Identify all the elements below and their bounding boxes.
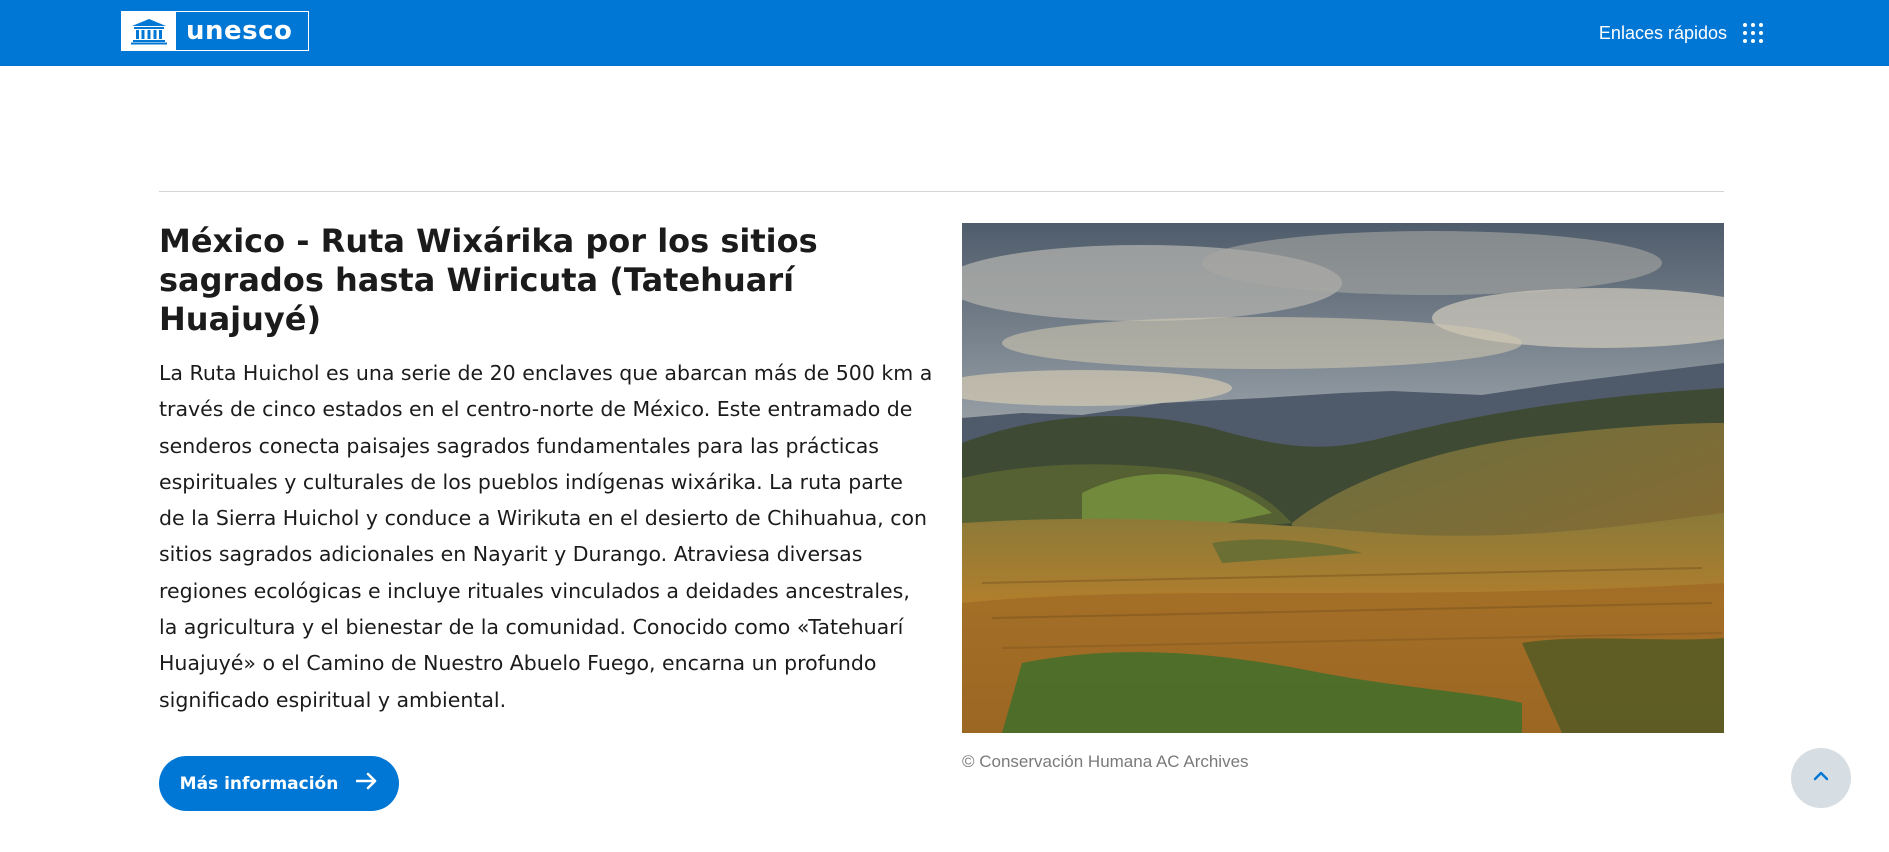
more-info-button[interactable]: Más información (159, 756, 399, 811)
article-title: México - Ruta Wixárika por los sitios sa… (159, 222, 818, 338)
quick-links-label: Enlaces rápidos (1598, 22, 1727, 43)
section-divider (159, 191, 1724, 192)
arrow-right-icon (356, 772, 378, 795)
chevron-up-icon (1812, 769, 1830, 787)
logo-wordmark: unesco (186, 16, 293, 46)
landscape-photo (962, 223, 1724, 733)
article-description: La Ruta Huichol es una serie de 20 encla… (159, 361, 933, 712)
top-navigation-bar: unesco Enlaces rápidos (0, 0, 1889, 66)
back-to-top-button[interactable] (1791, 748, 1851, 808)
quick-links-menu[interactable]: Enlaces rápidos (1599, 18, 1763, 48)
grid-dots-icon (1743, 23, 1763, 43)
temple-emblem-icon (122, 12, 176, 50)
unesco-logo[interactable]: unesco (121, 11, 309, 51)
more-info-button-label: Más información (179, 773, 339, 794)
image-credit: © Conservación Humana AC Archives (962, 752, 1249, 771)
